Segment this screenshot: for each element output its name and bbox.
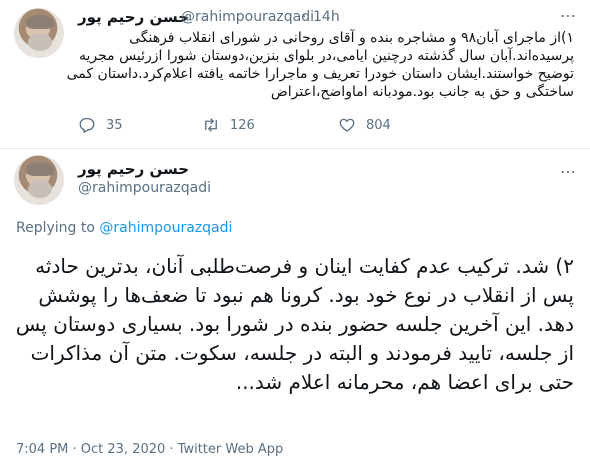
avatar[interactable]: [14, 8, 64, 58]
tweet-time[interactable]: 14h: [313, 9, 340, 25]
avatar-hair: [26, 162, 54, 176]
tweet-1[interactable]: حسن رحیم پور @rahimpourazqadi · 14h ⋯ ۱)…: [0, 0, 590, 148]
tweet-timestamp[interactable]: 7:04 PM · Oct 23, 2020 · Twitter Web App: [16, 442, 283, 457]
avatar[interactable]: [14, 155, 64, 205]
reply-icon: [79, 117, 95, 133]
reply-count: 35: [106, 117, 123, 133]
like-button[interactable]: 804: [338, 116, 391, 134]
like-count: 804: [366, 117, 391, 133]
reply-button[interactable]: 35: [78, 116, 123, 134]
retweet-button[interactable]: 126: [202, 116, 255, 134]
avatar-hair: [26, 15, 54, 29]
handle[interactable]: @rahimpourazqadi: [181, 9, 314, 25]
retweet-icon: [205, 118, 217, 132]
separator-dot: ·: [302, 9, 307, 25]
display-name[interactable]: حسن رحیم پور: [78, 160, 189, 178]
retweet-count: 126: [230, 117, 255, 133]
avatar-beard: [28, 33, 52, 51]
replying-prefix: Replying to: [16, 220, 95, 236]
handle[interactable]: @rahimpourazqadi: [78, 180, 211, 196]
replying-to: Replying to @rahimpourazqadi: [16, 220, 232, 236]
like-icon: [339, 118, 355, 132]
more-icon[interactable]: ⋯: [560, 6, 577, 25]
display-name[interactable]: حسن رحیم پور: [78, 8, 189, 26]
avatar-beard: [28, 180, 52, 198]
replying-to-link[interactable]: @rahimpourazqadi: [99, 220, 232, 236]
tweet-text: ۲) شد. ترکیب عدم کفایت اینان و فرصت‌طلبی…: [15, 254, 574, 394]
more-icon[interactable]: ⋯: [560, 162, 577, 181]
tweet-text: ۱)از ماجرای آبان۹۸ و مشاجره بنده و آقای …: [66, 30, 574, 100]
divider: [0, 148, 590, 149]
